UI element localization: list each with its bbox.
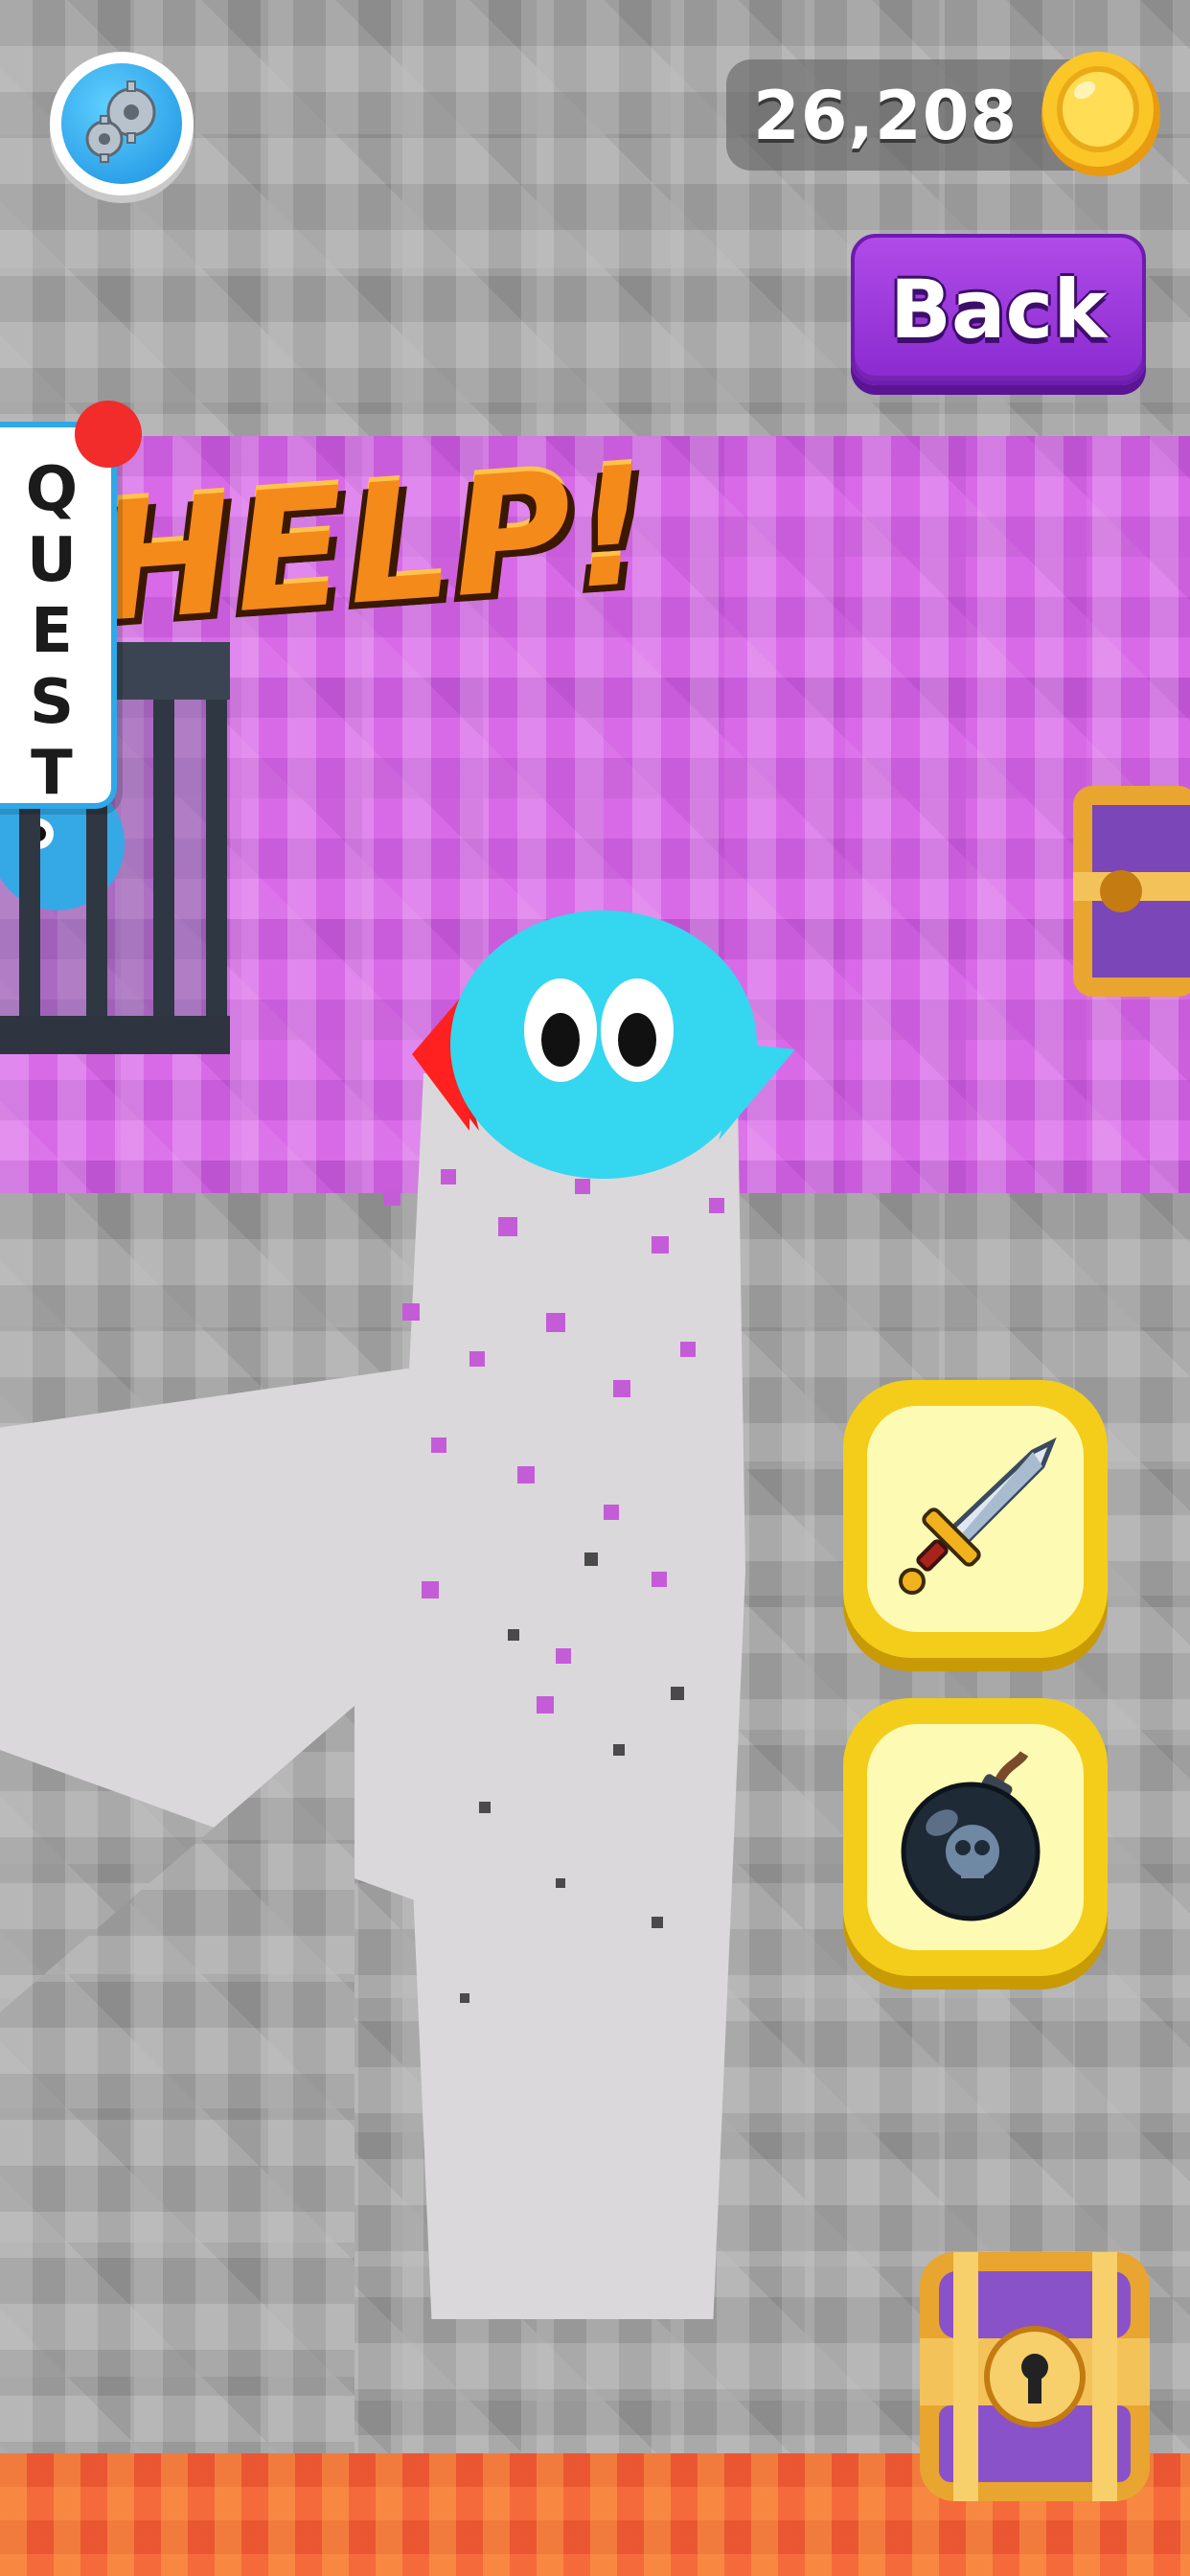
dig-particles [383, 1169, 724, 2003]
game-scene[interactable]: HELP! 26,208 Back QUEST [0, 0, 1190, 2576]
treasure-chest-icon[interactable] [1064, 776, 1190, 1016]
sword-icon [899, 1437, 1057, 1595]
treasure-chest-icon[interactable] [910, 2242, 1159, 2511]
help-shout-text: HELP! [89, 431, 657, 659]
back-button[interactable]: Back [851, 234, 1146, 385]
coin-counter: 26,208 [726, 52, 1160, 176]
quest-tab[interactable]: QUEST [0, 422, 117, 809]
coin-amount: 26,208 [753, 77, 1018, 155]
quest-tab-label: QUEST [25, 454, 79, 809]
back-button-label: Back [889, 263, 1108, 356]
sword-ability-button[interactable] [843, 1380, 1108, 1658]
settings-button[interactable] [50, 52, 194, 196]
skull-bomb-icon [901, 1751, 1041, 1921]
bomb-ability-button[interactable] [843, 1698, 1108, 1976]
gears-icon [85, 80, 156, 163]
gold-coin-icon [1041, 52, 1160, 176]
quest-notification-dot [75, 401, 142, 468]
